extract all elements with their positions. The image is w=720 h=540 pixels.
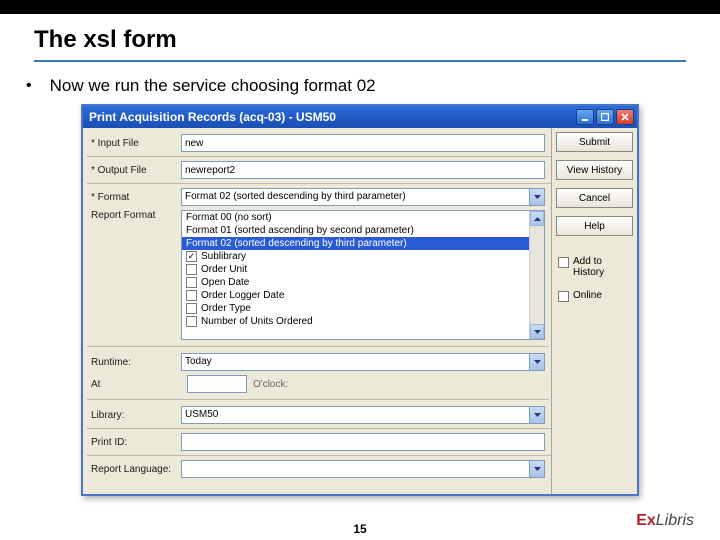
button-panel: Submit View History Cancel Help Add to H… xyxy=(551,128,637,494)
maximize-button[interactable] xyxy=(596,109,614,125)
scroll-down-button[interactable] xyxy=(530,324,544,339)
listbox-scrollbar[interactable] xyxy=(529,211,544,339)
window-title: Print Acquisition Records (acq-03) - USM… xyxy=(89,110,336,124)
label-at: At xyxy=(89,379,181,390)
minimize-button[interactable] xyxy=(576,109,594,125)
form-area: * Input File * Output File * Format Form… xyxy=(83,128,551,494)
submit-button[interactable]: Submit xyxy=(556,132,633,152)
library-dropdown-button[interactable] xyxy=(529,406,545,424)
report-check-sublibrary[interactable]: ✓Sublibrary xyxy=(182,250,529,263)
library-select[interactable]: USM50 xyxy=(181,406,529,424)
bullet-text: Now we run the service choosing format 0… xyxy=(50,76,376,96)
page-number: 15 xyxy=(0,522,720,536)
format-dropdown-button[interactable] xyxy=(529,188,545,206)
titlebar: Print Acquisition Records (acq-03) - USM… xyxy=(83,106,637,128)
input-file-field[interactable] xyxy=(181,134,545,152)
view-history-button[interactable]: View History xyxy=(556,160,633,180)
format-select[interactable]: Format 02 (sorted descending by third pa… xyxy=(181,188,529,206)
format-option-selected[interactable]: Format 02 (sorted descending by third pa… xyxy=(182,237,529,250)
label-oclock: O'clock: xyxy=(253,379,288,390)
slide-title: The xsl form xyxy=(34,26,686,62)
label-output-file: * Output File xyxy=(89,165,181,176)
scroll-up-button[interactable] xyxy=(530,211,544,226)
label-input-file: * Input File xyxy=(89,138,181,149)
exlibris-logo: ExLibris xyxy=(636,512,694,530)
report-check-order-unit[interactable]: Order Unit xyxy=(182,263,529,276)
label-report-language: Report Language: xyxy=(89,464,181,475)
bullet-icon: • xyxy=(26,76,32,95)
label-format: * Format xyxy=(89,192,181,203)
report-check-order-type[interactable]: Order Type xyxy=(182,302,529,315)
at-time-field[interactable] xyxy=(187,375,247,393)
label-library: Library: xyxy=(89,410,181,421)
format-option[interactable]: Format 01 (sorted ascending by second pa… xyxy=(182,224,529,237)
report-format-listbox[interactable]: Format 00 (no sort) Format 01 (sorted as… xyxy=(181,210,545,340)
online-checkbox[interactable]: Online xyxy=(556,290,633,302)
print-id-field[interactable] xyxy=(181,433,545,451)
output-file-field[interactable] xyxy=(181,161,545,179)
app-window: Print Acquisition Records (acq-03) - USM… xyxy=(81,104,639,496)
runtime-select[interactable]: Today xyxy=(181,353,529,371)
format-option[interactable]: Format 00 (no sort) xyxy=(182,211,529,224)
label-runtime: Runtime: xyxy=(89,357,181,368)
cancel-button[interactable]: Cancel xyxy=(556,188,633,208)
report-language-select[interactable] xyxy=(181,460,529,478)
add-to-history-checkbox[interactable]: Add to History xyxy=(556,256,633,278)
report-language-dropdown-button[interactable] xyxy=(529,460,545,478)
label-report-format: Report Format xyxy=(89,210,181,221)
report-check-logger-date[interactable]: Order Logger Date xyxy=(182,289,529,302)
report-check-units-ordered[interactable]: Number of Units Ordered xyxy=(182,315,529,328)
help-button[interactable]: Help xyxy=(556,216,633,236)
close-button[interactable] xyxy=(616,109,634,125)
label-print-id: Print ID: xyxy=(89,437,181,448)
report-check-open-date[interactable]: Open Date xyxy=(182,276,529,289)
runtime-dropdown-button[interactable] xyxy=(529,353,545,371)
